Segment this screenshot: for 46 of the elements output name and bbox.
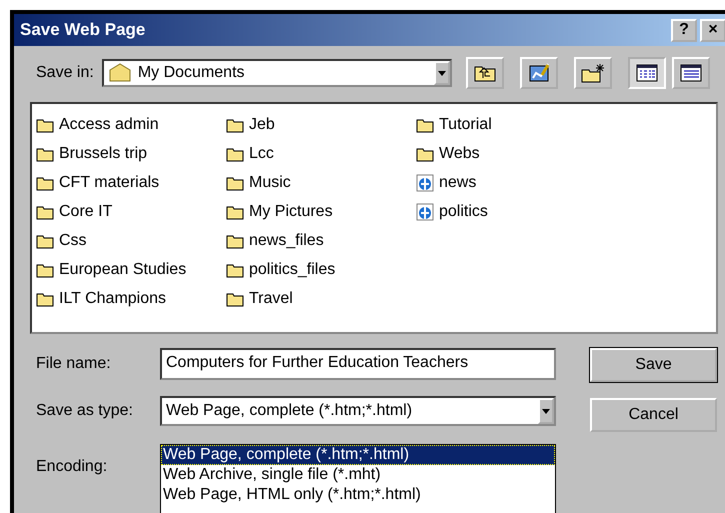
file-name-field[interactable]: Computers for Further Education Teachers — [160, 348, 556, 380]
dropdown-option[interactable]: Web Archive, single file (*.mht) — [161, 465, 555, 485]
save-in-dropdown[interactable]: My Documents — [102, 59, 452, 87]
dropdown-option[interactable]: Web Page, complete (*.htm;*.html) — [161, 445, 555, 465]
up-folder-icon — [474, 64, 496, 82]
encoding-label: Encoding: — [36, 457, 108, 476]
folder-item[interactable]: CFT materials — [36, 168, 226, 197]
folder-item[interactable]: Tutorial — [416, 110, 606, 139]
folder-item[interactable]: Core IT — [36, 197, 226, 226]
dropdown-option[interactable]: Web Page, HTML only (*.htm;*.html) — [161, 485, 555, 505]
folder-item[interactable]: European Studies — [36, 255, 226, 284]
folder-item[interactable]: Travel — [226, 284, 416, 313]
pencil-button[interactable] — [520, 57, 558, 89]
folder-item[interactable]: ILT Champions — [36, 284, 226, 313]
details-view-button[interactable] — [672, 57, 710, 89]
window-title: Save Web Page — [20, 20, 146, 40]
details-view-icon — [680, 64, 702, 82]
new-folder-button[interactable] — [574, 57, 612, 89]
save-as-type-dropdown[interactable]: Web Page, complete (*.htm;*.html) — [160, 396, 556, 426]
folder-item[interactable]: Webs — [416, 139, 606, 168]
save-button[interactable]: Save — [590, 348, 717, 382]
save-in-label: Save in: — [36, 64, 94, 82]
list-view-button[interactable] — [628, 57, 666, 89]
list-view-icon — [636, 64, 658, 82]
web-page-icon — [416, 202, 434, 220]
pencil-icon — [528, 63, 550, 83]
folder-item[interactable]: Lcc — [226, 139, 416, 168]
web-page-icon — [416, 174, 434, 192]
folder-item[interactable]: news_files — [226, 226, 416, 255]
folder-item[interactable]: Brussels trip — [36, 139, 226, 168]
folder-item[interactable]: Jeb — [226, 110, 416, 139]
close-button[interactable]: × — [700, 18, 725, 42]
file-list[interactable]: Access admin Brussels trip CFT materials Core IT Css European Studies ILT Champions Jeb Lcc Music My Pictures news_files politics_files Travel Tutorial Webs news politics — [30, 102, 718, 334]
web-page-item[interactable]: politics — [416, 197, 606, 226]
up-folder-button[interactable] — [466, 57, 504, 89]
folder-item[interactable]: My Pictures — [226, 197, 416, 226]
folder-item[interactable]: politics_files — [226, 255, 416, 284]
new-folder-icon — [580, 63, 605, 83]
folder-item[interactable]: Access admin — [36, 110, 226, 139]
help-button[interactable]: ? — [671, 18, 697, 42]
folder-item[interactable]: Music — [226, 168, 416, 197]
web-page-item[interactable]: news — [416, 168, 606, 197]
folder-item[interactable]: Css — [36, 226, 226, 255]
save-as-type-label: Save as type: — [36, 402, 134, 420]
cancel-button[interactable]: Cancel — [590, 398, 717, 432]
file-name-label: File name: — [36, 355, 112, 373]
